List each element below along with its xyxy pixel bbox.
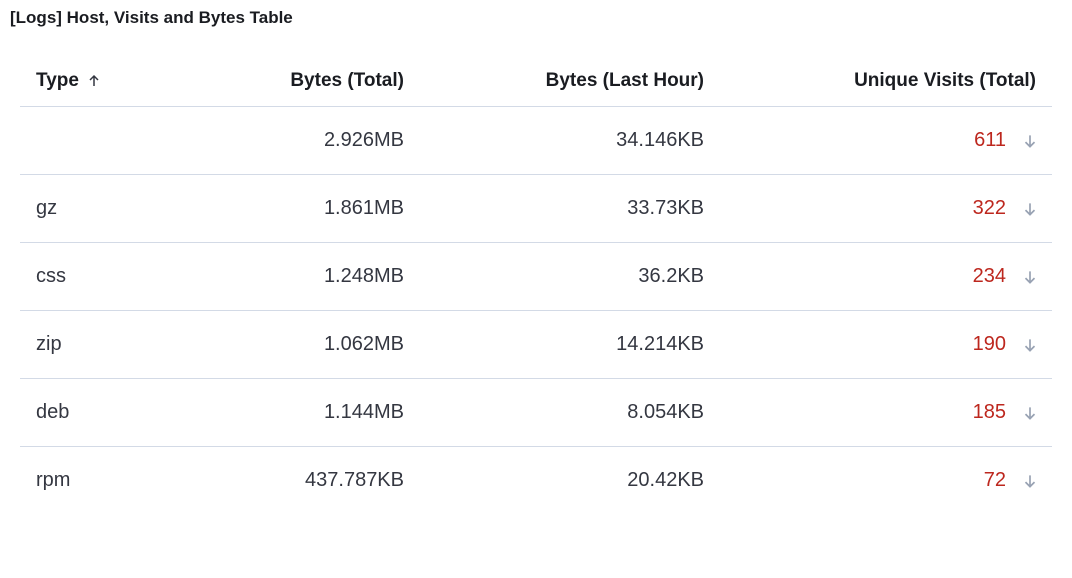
visits-value: 234: [973, 265, 1006, 288]
table-row: gz1.861MB33.73KB 322: [20, 175, 1052, 243]
visits-value: 190: [973, 333, 1006, 356]
cell-unique-visits: 611: [720, 107, 1052, 175]
cell-bytes-last-hour: 33.73KB: [420, 175, 720, 243]
column-header-unique-visits[interactable]: Unique Visits (Total): [720, 56, 1052, 107]
table-row: rpm437.787KB20.42KB 72: [20, 447, 1052, 515]
visits-value: 611: [974, 129, 1006, 152]
arrow-down-icon: [1020, 403, 1040, 423]
column-label: Type: [36, 70, 79, 92]
cell-bytes-last-hour: 36.2KB: [420, 243, 720, 311]
cell-unique-visits: 185: [720, 379, 1052, 447]
cell-type: rpm: [20, 447, 200, 515]
cell-unique-visits: 72: [720, 447, 1052, 515]
arrow-down-icon: [1020, 267, 1040, 287]
column-header-type[interactable]: Type: [20, 56, 200, 107]
cell-bytes-last-hour: 14.214KB: [420, 311, 720, 379]
table-row: 2.926MB34.146KB 611: [20, 107, 1052, 175]
panel-title: [Logs] Host, Visits and Bytes Table: [10, 8, 1052, 28]
cell-bytes-total: 437.787KB: [200, 447, 420, 515]
table-row: deb1.144MB8.054KB 185: [20, 379, 1052, 447]
cell-bytes-total: 2.926MB: [200, 107, 420, 175]
visits-value: 322: [973, 197, 1006, 220]
cell-bytes-last-hour: 20.42KB: [420, 447, 720, 515]
cell-type: gz: [20, 175, 200, 243]
cell-type: [20, 107, 200, 175]
arrow-down-icon: [1020, 471, 1040, 491]
visits-value: 72: [984, 469, 1006, 492]
cell-bytes-total: 1.144MB: [200, 379, 420, 447]
cell-bytes-total: 1.861MB: [200, 175, 420, 243]
logs-table: Type Bytes (Total) Bytes (Last Hour) Uni…: [20, 56, 1052, 514]
cell-unique-visits: 234: [720, 243, 1052, 311]
cell-type: zip: [20, 311, 200, 379]
column-label: Bytes (Last Hour): [546, 70, 704, 91]
cell-unique-visits: 190: [720, 311, 1052, 379]
column-label: Bytes (Total): [290, 70, 404, 91]
cell-bytes-last-hour: 8.054KB: [420, 379, 720, 447]
table-row: css1.248MB36.2KB 234: [20, 243, 1052, 311]
cell-bytes-total: 1.248MB: [200, 243, 420, 311]
arrow-down-icon: [1020, 335, 1040, 355]
cell-unique-visits: 322: [720, 175, 1052, 243]
arrow-up-icon: [85, 72, 103, 90]
arrow-down-icon: [1020, 199, 1040, 219]
arrow-down-icon: [1020, 131, 1040, 151]
visits-value: 185: [973, 401, 1006, 424]
cell-type: deb: [20, 379, 200, 447]
table-row: zip1.062MB14.214KB 190: [20, 311, 1052, 379]
cell-bytes-last-hour: 34.146KB: [420, 107, 720, 175]
column-label: Unique Visits (Total): [854, 70, 1036, 91]
cell-bytes-total: 1.062MB: [200, 311, 420, 379]
cell-type: css: [20, 243, 200, 311]
column-header-bytes-last-hour[interactable]: Bytes (Last Hour): [420, 56, 720, 107]
column-header-bytes-total[interactable]: Bytes (Total): [200, 56, 420, 107]
